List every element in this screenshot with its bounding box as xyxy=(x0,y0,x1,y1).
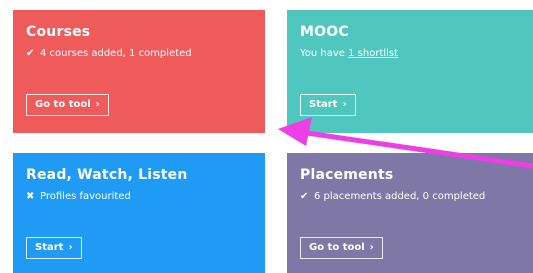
placements-status: ✔ 6 placements added, 0 completed xyxy=(300,191,485,202)
placements-title: Placements xyxy=(300,167,394,183)
shortlist-link[interactable]: 1 shortlist xyxy=(348,48,398,59)
chevron-right-icon: › xyxy=(369,242,374,253)
read-watch-listen-tile: Read, Watch, Listen ✖ Profiles favourited… xyxy=(13,153,265,273)
placements-button-label: Go to tool xyxy=(309,242,365,253)
read-watch-listen-button-label: Start xyxy=(35,242,64,253)
chevron-right-icon: › xyxy=(68,242,73,253)
cross-icon: ✖ xyxy=(26,191,35,202)
read-watch-listen-status-text: Profiles favourited xyxy=(40,191,131,202)
read-watch-listen-status: ✖ Profiles favourited xyxy=(26,191,131,202)
courses-button-label: Go to tool xyxy=(35,99,91,110)
courses-tile: Courses ✔ 4 courses added, 1 completed Go… xyxy=(13,10,265,133)
mooc-button-label: Start xyxy=(309,99,338,110)
read-watch-listen-start-button[interactable]: Start › xyxy=(26,237,82,259)
placements-tile: Placements ✔ 6 placements added, 0 comple… xyxy=(287,153,533,273)
mooc-tile: MOOC You have 1 shortlist Start › xyxy=(287,10,533,133)
placements-go-to-tool-button[interactable]: Go to tool › xyxy=(300,237,383,259)
courses-title: Courses xyxy=(26,24,91,40)
courses-status-text: 4 courses added, 1 completed xyxy=(40,48,192,59)
placements-status-text: 6 placements added, 0 completed xyxy=(314,191,486,202)
read-watch-listen-title: Read, Watch, Listen xyxy=(26,167,188,183)
check-icon: ✔ xyxy=(300,191,309,202)
chevron-right-icon: › xyxy=(95,99,100,110)
mooc-start-button[interactable]: Start › xyxy=(300,94,356,116)
mooc-title: MOOC xyxy=(300,24,349,40)
courses-go-to-tool-button[interactable]: Go to tool › xyxy=(26,94,109,116)
mooc-status-prefix: You have xyxy=(300,48,349,59)
chevron-right-icon: › xyxy=(342,99,347,110)
check-icon: ✔ xyxy=(26,48,35,59)
courses-status: ✔ 4 courses added, 1 completed xyxy=(26,48,192,59)
mooc-status: You have 1 shortlist xyxy=(300,48,398,59)
